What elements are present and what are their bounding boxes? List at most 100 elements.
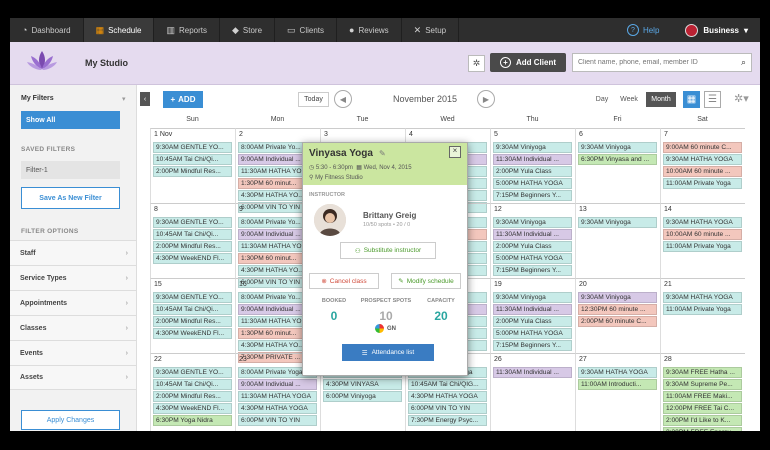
collapse-sidebar-icon[interactable]: ‹ bbox=[140, 92, 150, 106]
calendar-event[interactable]: 9:30AM HATHA YOGA bbox=[663, 154, 742, 165]
calendar-day-cell[interactable]: 19 9:30AM Viniyoga 11:30AM Individual ... 2… bbox=[490, 278, 575, 353]
grid-view-icon[interactable]: ▦ bbox=[683, 91, 700, 108]
calendar-event[interactable]: 9:30AM Supreme Pe... bbox=[663, 379, 742, 390]
calendar-event[interactable]: 6:00PM VIN TO YIN bbox=[238, 415, 317, 426]
calendar-event[interactable]: 9:30AM Viniyoga bbox=[578, 217, 657, 228]
next-month-icon[interactable]: ▶ bbox=[477, 90, 495, 108]
calendar-event[interactable]: 4:30PM HATHA YOGA bbox=[408, 391, 487, 402]
calendar-event[interactable]: 10:00AM 60 minute ... bbox=[663, 166, 742, 177]
calendar-event[interactable]: 11:00AM Introducti... bbox=[578, 379, 657, 390]
calendar-day-cell[interactable]: 13 9:30AM Viniyoga bbox=[575, 203, 660, 278]
calendar-event[interactable]: 2:00PM Mindful Res... bbox=[153, 316, 232, 327]
tab-store[interactable]: ◆ Store bbox=[220, 18, 276, 42]
calendar-event[interactable]: 6:30PM Vinyasa and ... bbox=[578, 154, 657, 165]
calendar-event[interactable]: 7:30PM Energy Psyc... bbox=[408, 415, 487, 426]
calendar-event[interactable]: 9:30AM GENTLE YO... bbox=[153, 217, 232, 228]
calendar-event[interactable]: 11:00AM Private Yoga bbox=[663, 178, 742, 189]
calendar-day-cell[interactable]: 14 9:30AM HATHA YOGA 10:00AM 60 minute ...… bbox=[660, 203, 745, 278]
calendar-day-cell[interactable]: 6 9:30AM Viniyoga 6:30PM Vinyasa and ... bbox=[575, 128, 660, 203]
calendar-event[interactable]: 2:00PM Mindful Res... bbox=[153, 166, 232, 177]
substitute-instructor-button[interactable]: ⚇ Substitute instructor bbox=[340, 242, 436, 259]
calendar-event[interactable]: 10:45AM Tai Chi/Qi... bbox=[153, 154, 232, 165]
calendar-day-cell[interactable]: 26 11:30AM Individual ... bbox=[490, 353, 575, 431]
calendar-event[interactable]: 11:00AM Private Yoga bbox=[663, 304, 742, 315]
calendar-event[interactable]: 2:00PM Yula Class bbox=[493, 316, 572, 327]
view-day-button[interactable]: Day bbox=[592, 92, 612, 107]
calendar-event[interactable]: 10:45AM Tai Chi/QIG... bbox=[408, 379, 487, 390]
calendar-event[interactable]: 5:00PM HATHA YOGA bbox=[493, 253, 572, 264]
calendar-event[interactable]: 2:00PM Mindful Res... bbox=[153, 391, 232, 402]
calendar-event[interactable]: 9:30AM GENTLE YO... bbox=[153, 367, 232, 378]
calendar-day-cell[interactable]: 5 9:30AM Viniyoga 11:30AM Individual ... 2:… bbox=[490, 128, 575, 203]
calendar-day-cell[interactable]: 12 9:30AM Viniyoga 11:30AM Individual ... 2… bbox=[490, 203, 575, 278]
saved-filter-item[interactable]: Filter-1 bbox=[21, 161, 120, 179]
calendar-event[interactable]: 11:30AM Individual ... bbox=[493, 367, 572, 378]
add-client-button[interactable]: + Add Client bbox=[490, 53, 566, 72]
calendar-event[interactable]: 9:30AM Viniyoga bbox=[493, 142, 572, 153]
calendar-event[interactable]: 12:30PM 60 minute ... bbox=[578, 304, 657, 315]
modify-schedule-button[interactable]: ✎ Modify schedule bbox=[391, 273, 461, 289]
prev-month-icon[interactable]: ◀ bbox=[334, 90, 352, 108]
calendar-event[interactable]: 12:00PM FREE Tai C... bbox=[663, 403, 742, 414]
calendar-day-cell[interactable]: 27 9:30AM HATHA YOGA 11:00AM Introducti... bbox=[575, 353, 660, 431]
filter-option-staff[interactable]: Staff › bbox=[10, 240, 136, 265]
calendar-day-cell[interactable]: 20 9:30AM Viniyoga 12:30PM 60 minute ... 2:… bbox=[575, 278, 660, 353]
calendar-event[interactable]: 11:30AM HATHA YOGA bbox=[238, 391, 317, 402]
calendar-event[interactable]: 4:30PM VINYASA bbox=[323, 379, 402, 390]
calendar-event[interactable]: 10:45AM Tai Chi/Qi... bbox=[153, 379, 232, 390]
save-as-new-filter-button[interactable]: Save As New Filter bbox=[21, 187, 120, 209]
edit-pencil-icon[interactable]: ✎ bbox=[379, 149, 386, 158]
search-icon[interactable]: ⌕ bbox=[741, 57, 751, 68]
calendar-event[interactable]: 9:30AM Viniyoga bbox=[493, 217, 572, 228]
calendar-event[interactable]: 11:00AM Private Yoga bbox=[663, 241, 742, 252]
calendar-event[interactable]: 11:30AM Individual ... bbox=[493, 304, 572, 315]
tab-schedule[interactable]: ▦ Schedule bbox=[83, 18, 155, 42]
calendar-event[interactable]: 9:30AM Viniyoga bbox=[578, 292, 657, 303]
calendar-event[interactable]: 7:15PM Beginners Y... bbox=[493, 340, 572, 351]
help-link[interactable]: ? Help bbox=[613, 24, 673, 36]
show-all-filter[interactable]: Show All bbox=[21, 111, 120, 129]
today-button[interactable]: Today bbox=[298, 92, 329, 107]
calendar-event[interactable]: 9:30AM HATHA YOGA bbox=[663, 292, 742, 303]
tab-reports[interactable]: ▥ Reports bbox=[154, 18, 220, 42]
list-view-icon[interactable]: ☰ bbox=[704, 91, 721, 108]
calendar-event[interactable]: 6:00PM VIN TO YIN bbox=[408, 403, 487, 414]
calendar-event[interactable]: 9:00AM Individual ... bbox=[238, 379, 317, 390]
calendar-event[interactable]: 2:00PM I'd Like to K... bbox=[663, 415, 742, 426]
tab-setup[interactable]: ✕ Setup bbox=[402, 18, 460, 42]
tab-reviews[interactable]: ● Reviews bbox=[337, 18, 402, 42]
calendar-event[interactable]: 5:00PM HATHA YOGA bbox=[493, 178, 572, 189]
add-button[interactable]: + ADD bbox=[163, 91, 203, 108]
chevron-down-icon[interactable]: ▾ bbox=[122, 95, 126, 103]
client-search-input[interactable] bbox=[573, 58, 741, 67]
filter-option-events[interactable]: Events › bbox=[10, 340, 136, 365]
filter-option-classes[interactable]: Classes › bbox=[10, 315, 136, 340]
calendar-event[interactable]: 9:30AM Viniyoga bbox=[493, 292, 572, 303]
filter-option-service-types[interactable]: Service Types › bbox=[10, 265, 136, 290]
view-month-button[interactable]: Month bbox=[646, 92, 676, 107]
calendar-event[interactable]: 4:30PM HATHA YOGA bbox=[238, 403, 317, 414]
cancel-class-button[interactable]: ⊗ Cancel class bbox=[309, 273, 379, 289]
calendar-day-cell[interactable]: 1 Nov 9:30AM GENTLE YO... 10:45AM Tai Chi/… bbox=[150, 128, 235, 203]
attendance-list-button[interactable]: ☰ Attendance list bbox=[342, 344, 434, 361]
calendar-event[interactable]: 11:30AM Individual ... bbox=[493, 154, 572, 165]
tab-dashboard[interactable]: ◔ Dashboard bbox=[10, 18, 84, 42]
calendar-event[interactable]: 9:30AM GENTLE YO... bbox=[153, 142, 232, 153]
calendar-event[interactable]: 7:15PM Beginners Y... bbox=[493, 190, 572, 201]
calendar-day-cell[interactable]: 7 9:00AM 60 minute C... 9:30AM HATHA YOGA 1… bbox=[660, 128, 745, 203]
calendar-event[interactable]: 11:30AM Individual ... bbox=[493, 229, 572, 240]
calendar-day-cell[interactable]: 28 9:30AM FREE Hatha ... 9:30AM Supreme Pe… bbox=[660, 353, 745, 431]
account-menu[interactable]: Business ▾ bbox=[673, 23, 760, 37]
calendar-event[interactable]: 6:00PM Viniyoga bbox=[323, 391, 402, 402]
calendar-day-cell[interactable]: 22 9:30AM GENTLE YO... 10:45AM Tai Chi/Qi.… bbox=[150, 353, 235, 431]
calendar-event[interactable]: 7:15PM Beginners Y... bbox=[493, 265, 572, 276]
calendar-event[interactable]: 9:30AM Viniyoga bbox=[578, 142, 657, 153]
calendar-event[interactable]: 4:30PM WeekEND Fl... bbox=[153, 253, 232, 264]
calendar-event[interactable]: 4:30PM WeekEND Fl... bbox=[153, 403, 232, 414]
calendar-event[interactable]: 4:30PM WeekEND Fl... bbox=[153, 328, 232, 339]
calendar-day-cell[interactable]: 8 9:30AM GENTLE YO... 10:45AM Tai Chi/Qi..… bbox=[150, 203, 235, 278]
calendar-settings-gear-icon[interactable]: ✲▾ bbox=[734, 92, 749, 105]
calendar-event[interactable]: 5:00PM HATHA YOGA bbox=[493, 328, 572, 339]
calendar-event[interactable]: 2:00PM Mindful Res... bbox=[153, 241, 232, 252]
calendar-event[interactable]: 9:30AM GENTLE YO... bbox=[153, 292, 232, 303]
